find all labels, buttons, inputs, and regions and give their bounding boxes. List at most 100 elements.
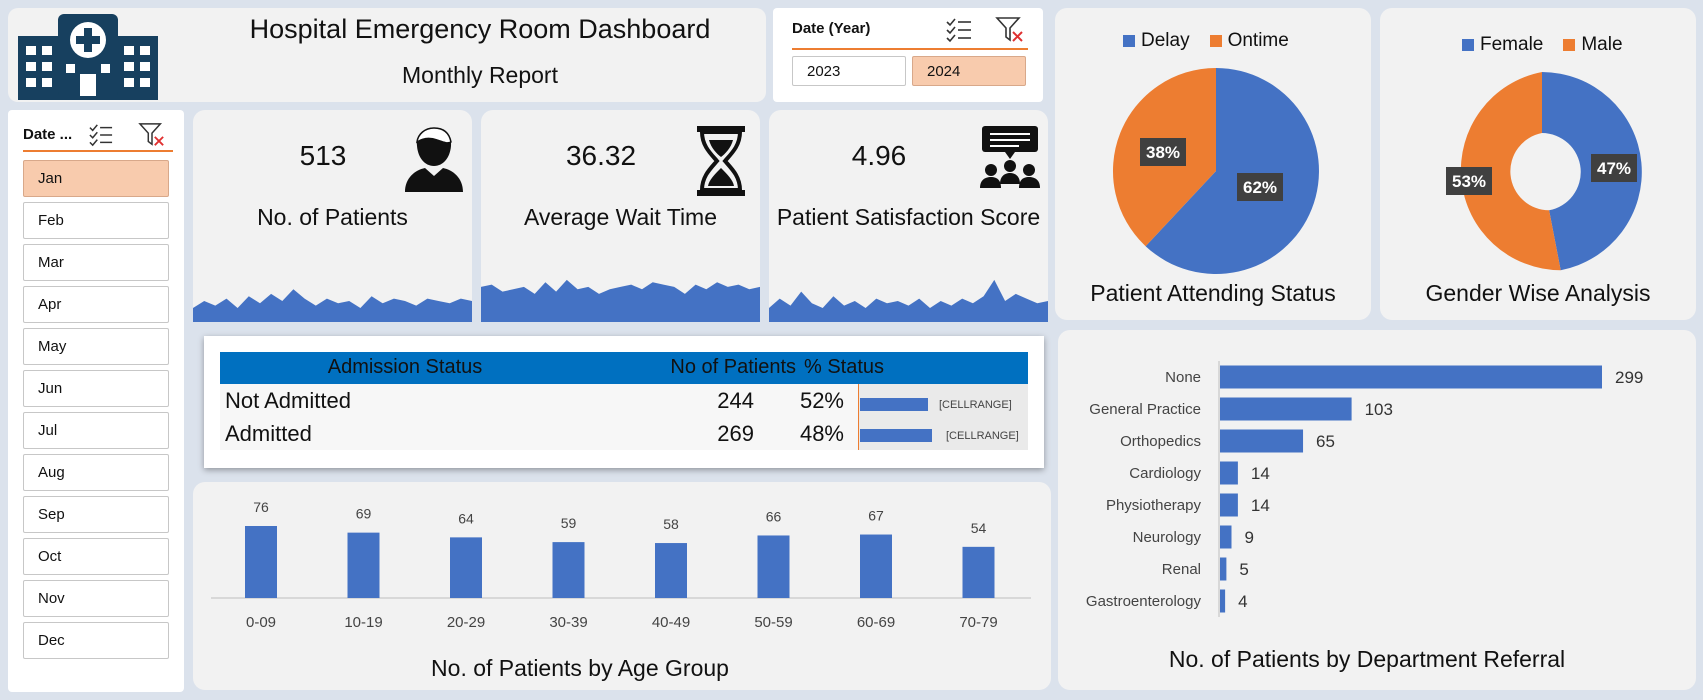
age-bar-60-69 xyxy=(860,534,892,598)
row-pct: 52% xyxy=(799,388,844,413)
age-chart-title: No. of Patients by Age Group xyxy=(431,655,729,681)
age-category-label: 30-39 xyxy=(549,614,587,631)
satisfaction-sparkline xyxy=(769,279,1048,322)
hourglass-icon xyxy=(697,126,745,196)
kpi-label: No. of Patients xyxy=(257,204,408,230)
kpi-card-wait-time: 36.32 Average Wait Time xyxy=(481,110,760,322)
dept-bar-gastroenterology xyxy=(1220,589,1226,613)
pct-bar-axis xyxy=(858,384,859,450)
age-bar-value-label: 59 xyxy=(561,515,577,531)
year-slicer-label: Date (Year) xyxy=(792,20,871,37)
month-button-aug[interactable]: Aug xyxy=(23,454,169,491)
dept-category-label: Orthopedics xyxy=(1120,433,1201,450)
donut-label-male: 53% xyxy=(1452,172,1486,191)
dept-bar-value-label: 14 xyxy=(1251,464,1270,483)
dept-bar-value-label: 65 xyxy=(1316,432,1335,451)
age-category-label: 20-29 xyxy=(447,614,485,631)
clear-filter-icon[interactable] xyxy=(995,16,1025,44)
month-slicer: Date ... Jan Feb Mar Apr May Jun Jul Aug Sep Oct N… xyxy=(8,110,184,692)
gender-legend: Female Male xyxy=(1462,34,1623,56)
slicer-divider xyxy=(23,150,173,152)
dept-bar-neurology xyxy=(1220,525,1232,549)
kpi-label: Patient Satisfaction Score xyxy=(776,204,1041,230)
month-button-mar[interactable]: Mar xyxy=(23,244,169,281)
dept-category-label: Neurology xyxy=(1133,529,1202,546)
age-bar-value-label: 54 xyxy=(971,520,987,536)
kpi-value: 513 xyxy=(299,140,347,171)
age-bar-50-59 xyxy=(757,535,790,598)
dept-bar-general-practice xyxy=(1220,397,1352,421)
attending-status-card: Delay Ontime 62% 38% Patient Attending S… xyxy=(1055,8,1371,320)
dashboard-title: Hospital Emergency Room Dashboard xyxy=(249,14,711,44)
legend-delay: Delay xyxy=(1123,30,1190,52)
age-bar-value-label: 76 xyxy=(253,499,269,515)
gender-card: Female Male 47% 53% Gender Wise Analysis xyxy=(1380,8,1696,320)
legend-male: Male xyxy=(1563,34,1623,56)
month-button-jun[interactable]: Jun xyxy=(23,370,169,407)
multi-select-icon[interactable] xyxy=(88,123,114,147)
age-category-label: 50-59 xyxy=(754,614,792,631)
legend-female: Female xyxy=(1462,34,1543,56)
pie-label-delay: 62% xyxy=(1243,178,1277,197)
donut-label-female: 47% xyxy=(1597,159,1631,178)
row-count: 244 xyxy=(717,388,754,413)
dept-category-label: General Practice xyxy=(1089,401,1201,418)
age-bar-30-39 xyxy=(552,542,585,598)
pie-label-ontime: 38% xyxy=(1146,143,1180,162)
row-count: 269 xyxy=(717,421,754,446)
row-status: Admitted xyxy=(225,421,312,446)
attending-pie-chart: 62% 38% xyxy=(1112,68,1319,274)
col-header-count: No of Patients xyxy=(670,356,796,378)
month-button-jul[interactable]: Jul xyxy=(23,412,169,449)
year-2024-button[interactable]: 2024 xyxy=(912,56,1026,86)
dept-bar-value-label: 103 xyxy=(1365,400,1393,419)
dept-bar-value-label: 9 xyxy=(1244,528,1253,547)
year-slicer: Date (Year) 2023 2024 xyxy=(773,8,1043,102)
month-button-oct[interactable]: Oct xyxy=(23,538,169,575)
sparkline-area xyxy=(769,279,1048,322)
age-bar-70-79 xyxy=(962,546,995,598)
month-button-apr[interactable]: Apr xyxy=(23,286,169,323)
dept-bar-physiotherapy xyxy=(1220,493,1238,517)
age-category-label: 70-79 xyxy=(959,614,997,631)
legend-ontime: Ontime xyxy=(1209,30,1289,52)
sparkline-area xyxy=(481,279,760,322)
kpi-card-satisfaction: 4.96 Patient Satisfaction Score xyxy=(769,110,1048,322)
kpi-value: 36.32 xyxy=(565,140,637,171)
hospital-icon xyxy=(18,14,158,100)
attending-chart-title: Patient Attending Status xyxy=(1090,280,1336,306)
kpi-card-patients: 513 No. of Patients xyxy=(193,110,472,322)
month-button-may[interactable]: May xyxy=(23,328,169,365)
age-group-bar-chart: 76 0-09 69 10-19 64 20-29 59 30-39 58 40-49 66 50-5… xyxy=(211,499,1031,631)
age-bar-20-29 xyxy=(450,537,482,598)
dept-bar-value-label: 299 xyxy=(1615,368,1643,387)
admission-table-card: Admission Status No of Patients % Status… xyxy=(204,336,1044,468)
col-header-status: Admission Status xyxy=(327,356,483,378)
dept-category-label: Physiotherapy xyxy=(1106,497,1202,514)
dept-bar-value-label: 4 xyxy=(1238,592,1247,611)
month-slicer-label: Date ... xyxy=(23,126,73,143)
year-2023-button[interactable]: 2023 xyxy=(792,56,906,86)
gender-donut-chart: 47% 53% xyxy=(1446,72,1642,271)
bar-label: [CELLRANGE] xyxy=(946,430,1019,442)
dept-category-label: Renal xyxy=(1162,561,1201,578)
month-button-feb[interactable]: Feb xyxy=(23,202,169,239)
kpi-label: Average Wait Time xyxy=(523,204,718,230)
age-bar-value-label: 64 xyxy=(458,510,474,526)
month-button-nov[interactable]: Nov xyxy=(23,580,169,617)
dept-bar-none xyxy=(1220,365,1602,389)
attending-legend: Delay Ontime xyxy=(1123,30,1289,52)
age-bar-10-19 xyxy=(347,532,380,598)
wait-time-sparkline xyxy=(481,279,760,322)
clear-filter-icon[interactable] xyxy=(138,122,166,148)
dept-category-label: Cardiology xyxy=(1129,465,1201,482)
age-category-label: 60-69 xyxy=(857,614,895,631)
dept-bar-value-label: 14 xyxy=(1251,496,1270,515)
month-button-sep[interactable]: Sep xyxy=(23,496,169,533)
month-button-jan[interactable]: Jan xyxy=(23,160,169,197)
dept-bar-renal xyxy=(1220,557,1227,581)
age-group-card: 76 0-09 69 10-19 64 20-29 59 30-39 58 40-49 66 50-5… xyxy=(193,482,1051,690)
multi-select-icon[interactable] xyxy=(945,17,973,43)
dept-category-label: Gastroenterology xyxy=(1086,593,1202,610)
month-button-dec[interactable]: Dec xyxy=(23,622,169,659)
